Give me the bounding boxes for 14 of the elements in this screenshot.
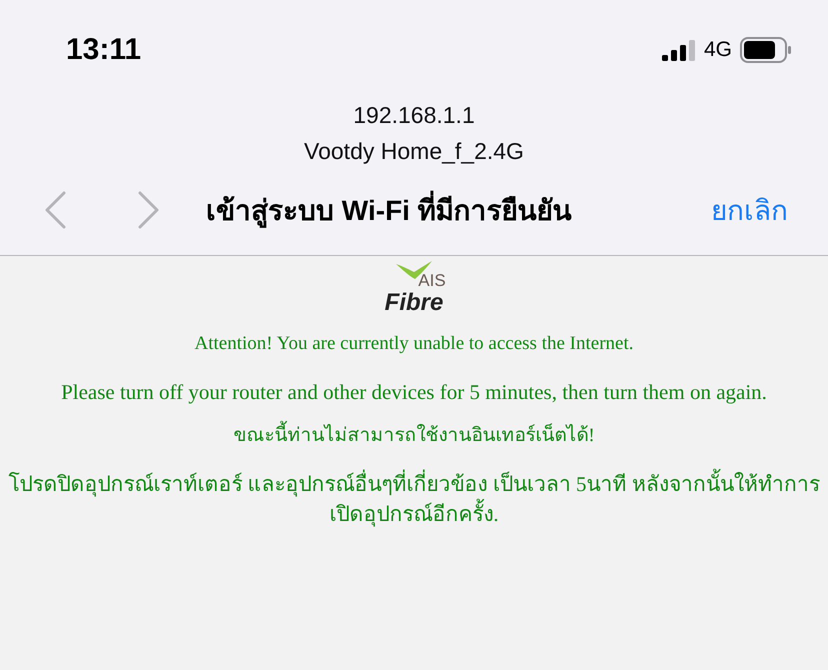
page-address: 192.168.1.1 (353, 102, 475, 129)
clock-time: 13:11 (66, 33, 142, 67)
signal-icon (662, 39, 696, 61)
notice-heading: ขณะนี้ท่านไม่สามารถใช้งานอินเทอร์เน็ตได้! (233, 421, 595, 451)
battery-icon (740, 37, 792, 63)
notice-text: Please turn off your router and other devices for 5 minutes, then turn them on again. (61, 379, 767, 406)
notice-text: โปรดปิดอุปกรณ์เราท์เตอร์ และอุปกรณ์อื่นๆที่เกี่ยวข้อง เป็นเวลา 5นาที หลังจากนั้นให้ทำการเปิดอุปกรณ์อีกครั้ง. (6, 469, 822, 529)
product-name: Fibre (384, 291, 444, 315)
network-type: 4G (704, 38, 732, 62)
notice-heading: Attention! You are currently unable to access the Internet. (194, 332, 634, 356)
cancel-button[interactable]: ยกเลิก (711, 188, 788, 232)
brand-name: AIS (418, 272, 446, 289)
page-title: เข้าสู่ระบบ Wi-Fi ที่มีการยืนยัน (206, 188, 711, 232)
network-name: Vootdy Home_f_2.4G (304, 138, 524, 165)
